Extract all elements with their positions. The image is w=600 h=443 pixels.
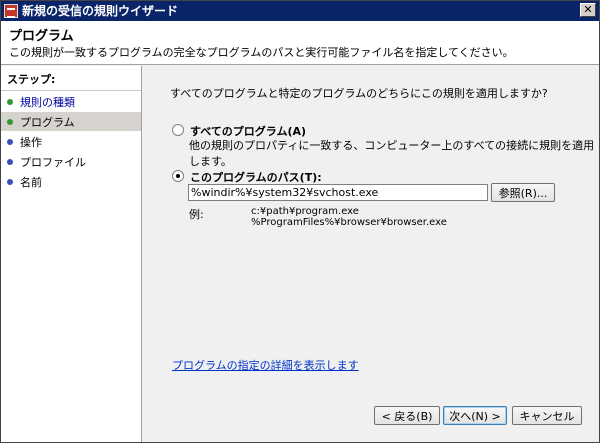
step-status-icon [7, 178, 13, 185]
page-title: プログラム [9, 29, 74, 44]
step-label: 名前 [20, 175, 42, 189]
step-rule-type[interactable]: 規則の種類 [1, 92, 141, 111]
back-button[interactable]: < 戻る(B) [374, 406, 440, 425]
title-bar: 新規の受信の規則ウイザード ✕ [1, 1, 599, 21]
step-program[interactable]: プログラム [1, 112, 141, 131]
step-label: 操作 [20, 135, 42, 149]
next-button[interactable]: 次へ(N) > [443, 406, 507, 425]
steps-label: ステップ: [1, 66, 141, 91]
all-programs-description: 他の規則のプロパティに一致する、コンピューター上のすべての接続に規則を適用します… [189, 139, 595, 168]
window-title: 新規の受信の規則ウイザード [22, 4, 179, 18]
steps-panel: ステップ: 規則の種類 プログラム 操作 プロファイル 名前 [1, 66, 142, 442]
example-path: c:¥path¥program.exe [251, 206, 359, 217]
this-program-label: このプログラムのパス(T): [190, 171, 322, 184]
content-panel: すべてのプログラムと特定のプログラムのどちらにこの規則を適用しますか? すべての… [143, 66, 599, 442]
this-program-option[interactable]: このプログラムのパス(T): [172, 169, 322, 185]
question-text: すべてのプログラムと特定のプログラムのどちらにこの規則を適用しますか? [170, 87, 548, 100]
page-header: プログラム この規則が一致するプログラムの完全なプログラムのパスと実行可能ファイ… [1, 21, 599, 65]
page-description: この規則が一致するプログラムの完全なプログラムのパスと実行可能ファイル名を指定し… [9, 46, 514, 59]
step-status-icon [7, 118, 13, 125]
example-path: %ProgramFiles%¥browser¥browser.exe [251, 217, 447, 228]
step-action[interactable]: 操作 [1, 132, 141, 151]
step-status-icon [7, 138, 13, 145]
step-status-icon [7, 98, 13, 105]
close-icon: ✕ [583, 3, 593, 16]
step-name[interactable]: 名前 [1, 172, 141, 191]
step-label: 規則の種類 [20, 95, 75, 109]
wizard-window: 新規の受信の規則ウイザード ✕ プログラム この規則が一致するプログラムの完全な… [0, 0, 600, 443]
firewall-icon [4, 4, 18, 18]
this-program-radio[interactable] [172, 170, 184, 182]
step-label: プロファイル [20, 155, 86, 169]
browse-button[interactable]: 参照(R)... [491, 183, 555, 202]
step-profile[interactable]: プロファイル [1, 152, 141, 171]
step-status-icon [7, 158, 13, 165]
program-details-link[interactable]: プログラムの指定の詳細を表示します [172, 357, 359, 373]
program-path-input[interactable] [188, 184, 488, 201]
example-label: 例: [189, 208, 204, 221]
cancel-button[interactable]: キャンセル [512, 406, 582, 425]
step-label: プログラム [20, 115, 75, 129]
example-paths: c:¥path¥program.exe %ProgramFiles%¥brows… [251, 206, 447, 228]
all-programs-radio[interactable] [172, 124, 184, 136]
close-button[interactable]: ✕ [580, 3, 596, 17]
